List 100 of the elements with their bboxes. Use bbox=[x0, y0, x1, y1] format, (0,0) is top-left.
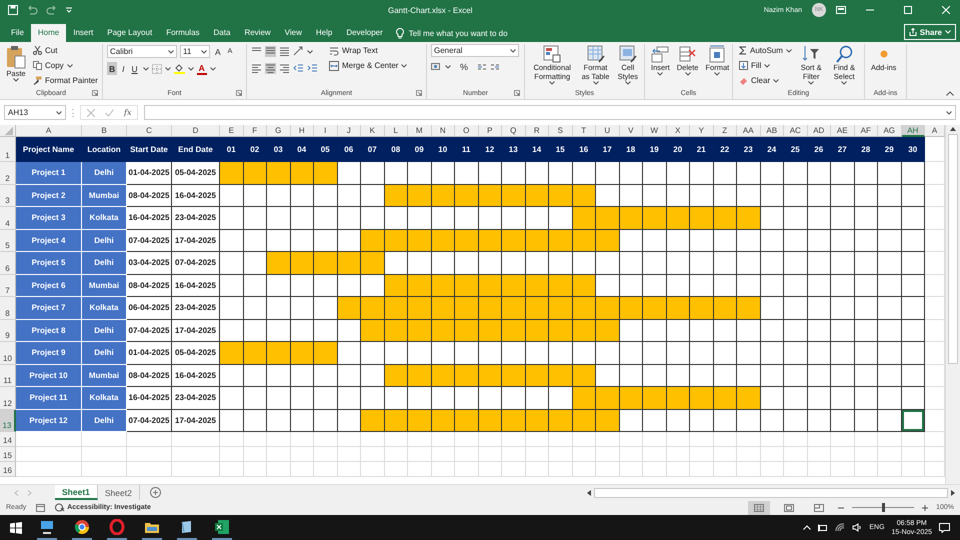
column-header[interactable]: Q bbox=[502, 125, 526, 137]
ribbon-tab[interactable]: View bbox=[278, 24, 309, 42]
horizontal-scrollbar[interactable] bbox=[594, 488, 948, 498]
ribbon-tab[interactable]: Review bbox=[237, 24, 278, 42]
normal-view-button[interactable] bbox=[748, 500, 770, 514]
expand-caret-icon[interactable] bbox=[946, 110, 952, 114]
column-header[interactable]: K bbox=[361, 125, 384, 137]
column-header[interactable]: O bbox=[455, 125, 478, 137]
row-header[interactable]: 11 bbox=[0, 364, 16, 387]
undo-icon[interactable] bbox=[26, 5, 38, 15]
column-header[interactable]: AE bbox=[831, 125, 854, 137]
decrease-decimal-icon[interactable] bbox=[490, 62, 500, 72]
font-color-button[interactable]: A bbox=[196, 62, 207, 75]
ribbon-tab[interactable]: Help bbox=[308, 24, 340, 42]
windows-logo-icon[interactable] bbox=[10, 522, 22, 534]
column-header[interactable]: I bbox=[314, 125, 338, 137]
column-header[interactable]: A bbox=[16, 125, 82, 137]
row-header[interactable]: 2 bbox=[0, 162, 16, 184]
macro-recording-icon[interactable] bbox=[36, 504, 46, 512]
formula-input[interactable] bbox=[144, 105, 956, 120]
fill-button[interactable]: Fill bbox=[737, 59, 794, 72]
column-header[interactable]: B bbox=[82, 125, 127, 137]
column-header[interactable]: Z bbox=[714, 125, 737, 137]
chevron-up-icon[interactable] bbox=[803, 525, 812, 530]
spreadsheet-icon[interactable] bbox=[214, 518, 230, 534]
column-header[interactable]: AG bbox=[878, 125, 902, 137]
row-header[interactable]: 15 bbox=[0, 447, 16, 462]
column-header[interactable]: AA bbox=[737, 125, 760, 137]
ribbon-tab[interactable]: Page Layout bbox=[100, 24, 160, 42]
column-header[interactable]: L bbox=[384, 125, 408, 137]
browser-icon[interactable] bbox=[74, 518, 90, 534]
column-header[interactable]: T bbox=[572, 125, 596, 137]
wifi-icon[interactable] bbox=[835, 523, 846, 532]
zoom-out-icon[interactable] bbox=[838, 504, 844, 510]
ribbon-display-icon[interactable] bbox=[836, 6, 846, 14]
row-header[interactable]: 16 bbox=[0, 462, 16, 477]
name-box[interactable]: AH13 bbox=[4, 105, 66, 120]
column-header[interactable]: M bbox=[408, 125, 432, 137]
column-header[interactable]: H bbox=[290, 125, 314, 137]
align-left-icon[interactable] bbox=[251, 63, 262, 74]
column-header[interactable]: V bbox=[620, 125, 643, 137]
row-header[interactable]: 5 bbox=[0, 230, 16, 252]
column-header[interactable]: W bbox=[643, 125, 666, 137]
column-header[interactable]: AB bbox=[760, 125, 784, 137]
number-format-dropdown[interactable]: General bbox=[431, 44, 519, 57]
save-icon[interactable] bbox=[8, 5, 18, 15]
ribbon-tab[interactable]: Home bbox=[30, 24, 66, 42]
ribbon-tab[interactable]: Developer bbox=[339, 24, 390, 42]
merge-center-button[interactable]: Merge & Center bbox=[327, 59, 410, 72]
column-header[interactable]: Y bbox=[690, 125, 714, 137]
borders-icon[interactable] bbox=[152, 64, 162, 74]
column-header[interactable]: X bbox=[666, 125, 690, 137]
scroll-thumb[interactable] bbox=[948, 134, 958, 364]
row-header[interactable]: 4 bbox=[0, 207, 16, 230]
ribbon-tab[interactable]: Data bbox=[206, 24, 238, 42]
column-header[interactable]: F bbox=[244, 125, 267, 137]
row-header[interactable]: 1 bbox=[0, 137, 16, 162]
device-icon[interactable] bbox=[818, 524, 828, 532]
underline-button[interactable]: U bbox=[130, 62, 140, 75]
scroll-right-icon[interactable] bbox=[950, 488, 956, 496]
text-orientation-icon[interactable] bbox=[293, 46, 304, 57]
increase-font-size-button[interactable]: A bbox=[213, 45, 223, 58]
column-header[interactable]: U bbox=[596, 125, 620, 137]
insert-function-button[interactable]: fx bbox=[124, 108, 132, 117]
percent-style-button[interactable]: % bbox=[454, 60, 474, 72]
align-right-icon[interactable] bbox=[279, 63, 290, 74]
ribbon-tab[interactable]: File bbox=[4, 24, 31, 42]
column-header[interactable]: AD bbox=[808, 125, 831, 137]
column-header[interactable]: E bbox=[220, 125, 244, 137]
clear-button[interactable]: Clear bbox=[737, 74, 794, 87]
sheet-tab[interactable]: Sheet1 bbox=[55, 485, 98, 500]
increase-decimal-icon[interactable] bbox=[477, 62, 488, 72]
align-center-icon[interactable] bbox=[265, 63, 276, 74]
scroll-left-icon[interactable] bbox=[586, 488, 592, 496]
column-header[interactable]: P bbox=[478, 125, 502, 137]
dialog-launcher-icon[interactable] bbox=[514, 90, 520, 96]
column-header[interactable]: AC bbox=[784, 125, 808, 137]
speaker-icon[interactable] bbox=[852, 523, 862, 532]
column-header[interactable]: D bbox=[172, 125, 220, 137]
bottom-align-icon[interactable] bbox=[279, 46, 290, 57]
column-header[interactable]: C bbox=[127, 125, 172, 137]
column-header[interactable]: S bbox=[549, 125, 572, 137]
italic-button[interactable]: I bbox=[120, 62, 127, 75]
column-header[interactable]: R bbox=[526, 125, 549, 137]
bold-button[interactable]: B bbox=[107, 62, 118, 75]
collapse-ribbon-icon[interactable] bbox=[946, 91, 954, 96]
fill-color-icon[interactable] bbox=[174, 63, 185, 74]
cut-button[interactable]: Cut bbox=[31, 44, 100, 57]
format-painter-button[interactable]: Format Painter bbox=[31, 74, 100, 87]
share-button[interactable]: Share bbox=[904, 24, 956, 40]
wrap-text-button[interactable]: Wrap Text bbox=[327, 44, 410, 57]
column-header[interactable]: N bbox=[432, 125, 455, 137]
row-header[interactable]: 14 bbox=[0, 432, 16, 447]
add-sheet-icon[interactable] bbox=[150, 487, 161, 498]
increase-indent-icon[interactable] bbox=[307, 63, 318, 74]
middle-align-icon[interactable] bbox=[265, 46, 276, 57]
dialog-launcher-icon[interactable] bbox=[236, 90, 242, 96]
column-header[interactable]: AH bbox=[902, 125, 925, 137]
ribbon-tab[interactable]: Insert bbox=[66, 24, 100, 42]
notification-icon[interactable] bbox=[939, 522, 950, 532]
